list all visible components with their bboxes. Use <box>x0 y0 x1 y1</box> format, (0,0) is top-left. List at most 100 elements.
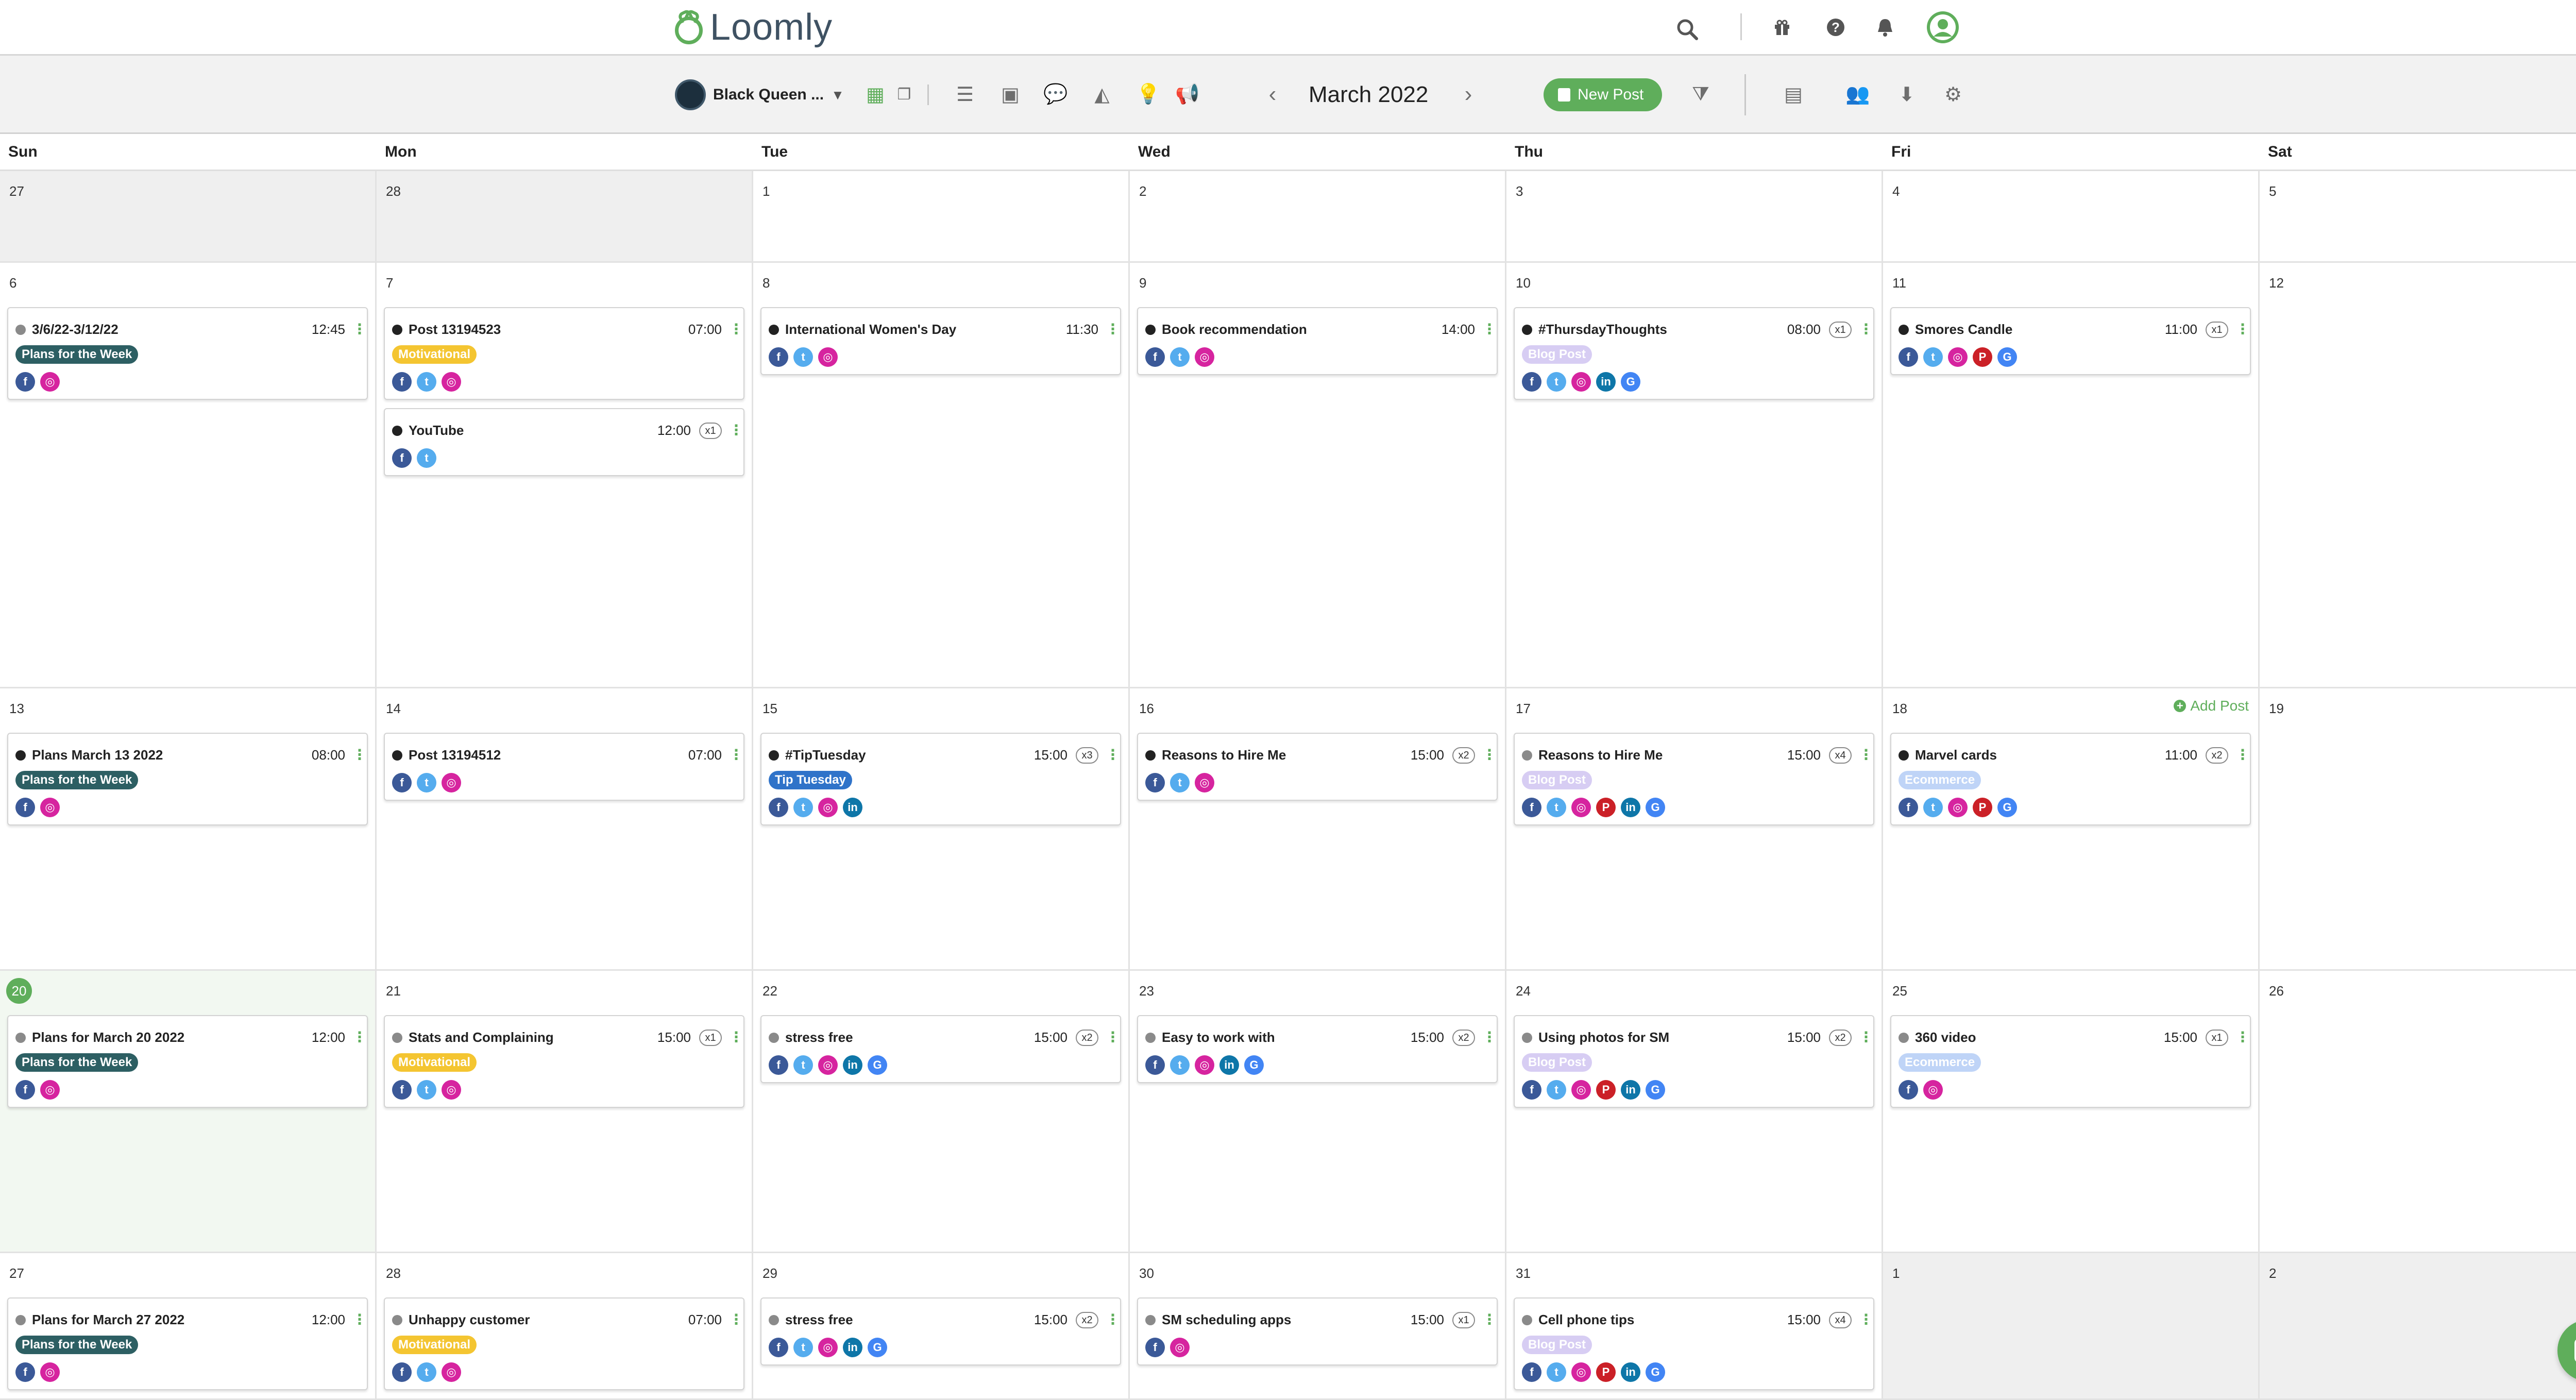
gift-icon[interactable] <box>1764 9 1800 45</box>
day-cell[interactable]: 20 Plans for March 20 2022 ⋮ 12:00 Plans for… <box>0 971 377 1253</box>
day-cell[interactable]: 15 #TipTuesday ⋮ x3 15:00 Tip Tuesday f t ◎ in <box>753 688 1130 971</box>
download-icon[interactable]: ⬇ <box>1889 76 1925 112</box>
day-cell[interactable]: 11 Smores Candle ⋮ x1 11:00 f t ◎ P G <box>1883 263 2260 688</box>
lightbulb-icon[interactable]: 💡 <box>1130 76 1166 112</box>
post-card[interactable]: Plans for March 27 2022 ⋮ 12:00 Plans for t… <box>7 1297 368 1390</box>
day-cell[interactable]: 7 Post 13194523 ⋮ 07:00 Motivational f t ◎ YouTu… <box>377 263 753 688</box>
post-card[interactable]: SM scheduling apps ⋮ x1 15:00 f ◎ <box>1137 1297 1498 1365</box>
loomly-logo[interactable]: Loomly <box>675 5 833 49</box>
user-avatar-icon[interactable] <box>1925 9 1961 45</box>
new-post-button[interactable]: New Post <box>1544 78 1663 111</box>
day-cell[interactable]: 3 <box>1506 171 1883 263</box>
image-icon[interactable]: ▣ <box>992 76 1028 112</box>
day-cell[interactable]: 23 Easy to work with ⋮ x2 15:00 f t ◎ in G <box>1130 971 1506 1253</box>
kebab-menu-icon[interactable]: ⋮ <box>1482 746 1497 764</box>
kebab-menu-icon[interactable]: ⋮ <box>1482 1028 1497 1046</box>
day-cell[interactable]: 10 #ThursdayThoughts ⋮ x1 08:00 Blog Post f t ◎ i… <box>1506 263 1883 688</box>
analytics-icon[interactable]: ◭ <box>1084 76 1120 112</box>
day-cell[interactable]: 4 <box>1883 171 2260 263</box>
kebab-menu-icon[interactable]: ⋮ <box>352 746 367 764</box>
list-icon[interactable]: ☰ <box>947 76 983 112</box>
post-card[interactable]: Plans for March 20 2022 ⋮ 12:00 Plans for t… <box>7 1015 368 1108</box>
day-cell[interactable]: 19 <box>2260 688 2576 971</box>
kebab-menu-icon[interactable]: ⋮ <box>729 321 743 338</box>
kebab-menu-icon[interactable]: ⋮ <box>1106 1311 1120 1328</box>
day-cell[interactable]: 13 Plans March 13 2022 ⋮ 08:00 Plans for the… <box>0 688 377 971</box>
copy-icon[interactable]: ❐ <box>886 76 922 112</box>
search-icon[interactable] <box>1669 11 1705 47</box>
kebab-menu-icon[interactable]: ⋮ <box>1106 746 1120 764</box>
day-cell[interactable]: 9 Book recommendation ⋮ 14:00 f t ◎ <box>1130 263 1506 688</box>
post-card[interactable]: Unhappy customer ⋮ 07:00 Motivational f t ◎ <box>384 1297 744 1390</box>
add-post-button[interactable]: + Add Post <box>2174 698 2249 714</box>
post-card[interactable]: Book recommendation ⋮ 14:00 f t ◎ <box>1137 307 1498 375</box>
post-card[interactable]: stress free ⋮ x2 15:00 f t ◎ in G <box>760 1015 1121 1083</box>
help-icon[interactable]: ? <box>1818 9 1854 45</box>
filter-icon[interactable]: ⧩ <box>1683 76 1719 112</box>
post-card[interactable]: Stats and Complaining ⋮ x1 15:00 Motivationa… <box>384 1015 744 1108</box>
megaphone-icon[interactable]: 📢 <box>1170 76 1206 112</box>
post-card[interactable]: #TipTuesday ⋮ x3 15:00 Tip Tuesday f t ◎ in <box>760 733 1121 825</box>
day-cell[interactable]: 16 Reasons to Hire Me ⋮ x2 15:00 f t ◎ <box>1130 688 1506 971</box>
kebab-menu-icon[interactable]: ⋮ <box>1859 1311 1873 1328</box>
settings-icon[interactable]: ⚙ <box>1935 76 1971 112</box>
kebab-menu-icon[interactable]: ⋮ <box>1859 321 1873 338</box>
kebab-menu-icon[interactable]: ⋮ <box>729 746 743 764</box>
day-cell[interactable]: 2 <box>2260 1253 2576 1400</box>
post-card[interactable]: Post 13194523 ⋮ 07:00 Motivational f t ◎ <box>384 307 744 400</box>
day-cell[interactable]: 29 stress free ⋮ x2 15:00 f t ◎ in G <box>753 1253 1130 1400</box>
kebab-menu-icon[interactable]: ⋮ <box>352 1311 367 1328</box>
kebab-menu-icon[interactable]: ⋮ <box>1859 1028 1873 1046</box>
day-cell[interactable]: 27 <box>0 171 377 263</box>
brand-selector[interactable]: Black Queen ... ▼ <box>675 79 844 110</box>
kebab-menu-icon[interactable]: ⋮ <box>2235 321 2250 338</box>
post-card[interactable]: 3/6/22-3/12/22 ⋮ 12:45 Plans for the Week f ◎ <box>7 307 368 400</box>
day-cell[interactable]: 31 Cell phone tips ⋮ x4 15:00 Blog Post f t ◎ Pin… <box>1506 1253 1883 1400</box>
post-card[interactable]: Plans March 13 2022 ⋮ 08:00 Plans for the W… <box>7 733 368 825</box>
library-icon[interactable]: ▤ <box>1775 76 1811 112</box>
day-cell[interactable]: 5 <box>2260 171 2576 263</box>
post-card[interactable]: YouTube ⋮ x1 12:00 f t <box>384 408 744 476</box>
day-cell[interactable]: 27 Plans for March 27 2022 ⋮ 12:00 Plans for… <box>0 1253 377 1400</box>
post-card[interactable]: stress free ⋮ x2 15:00 f t ◎ in G <box>760 1297 1121 1365</box>
post-card[interactable]: 360 video ⋮ x1 15:00 Ecommerce f ◎ <box>1890 1015 2251 1108</box>
kebab-menu-icon[interactable]: ⋮ <box>729 1311 743 1328</box>
post-card[interactable]: Reasons to Hire Me ⋮ x4 15:00 Blog Post f t ◎ Pi… <box>1514 733 1874 825</box>
bell-icon[interactable] <box>1867 9 1903 45</box>
kebab-menu-icon[interactable]: ⋮ <box>729 1028 743 1046</box>
kebab-menu-icon[interactable]: ⋮ <box>1859 746 1873 764</box>
prev-month-icon[interactable]: ‹ <box>1257 76 1288 112</box>
day-cell[interactable]: 12 <box>2260 263 2576 688</box>
kebab-menu-icon[interactable]: ⋮ <box>2235 746 2250 764</box>
day-cell[interactable]: 24 Using photos for SM ⋮ x2 15:00 Blog Post f t… <box>1506 971 1883 1253</box>
team-icon[interactable]: 👥 <box>1833 76 1883 112</box>
post-card[interactable]: Marvel cards ⋮ x2 11:00 Ecommerce f t ◎ P G <box>1890 733 2251 825</box>
kebab-menu-icon[interactable]: ⋮ <box>1106 321 1120 338</box>
day-cell[interactable]: 30 SM scheduling apps ⋮ x1 15:00 f ◎ <box>1130 1253 1506 1400</box>
day-cell[interactable]: 18 + Add Post Marvel cards ⋮ x2 11:00 Ecommerce… <box>1883 688 2260 971</box>
day-cell[interactable]: 28 Unhappy customer ⋮ 07:00 Motivational f t ◎ <box>377 1253 753 1400</box>
post-card[interactable]: Easy to work with ⋮ x2 15:00 f t ◎ in G <box>1137 1015 1498 1083</box>
post-card[interactable]: Smores Candle ⋮ x1 11:00 f t ◎ P G <box>1890 307 2251 375</box>
post-card[interactable]: #ThursdayThoughts ⋮ x1 08:00 Blog Post f t ◎ in G <box>1514 307 1874 400</box>
day-cell[interactable]: 28 <box>377 171 753 263</box>
day-cell[interactable]: 8 International Women's Day ⋮ 11:30 f t ◎ <box>753 263 1130 688</box>
kebab-menu-icon[interactable]: ⋮ <box>352 1028 367 1046</box>
post-card[interactable]: International Women's Day ⋮ 11:30 f t ◎ <box>760 307 1121 375</box>
post-card[interactable]: Cell phone tips ⋮ x4 15:00 Blog Post f t ◎ Pin G <box>1514 1297 1874 1390</box>
day-cell[interactable]: 26 <box>2260 971 2576 1253</box>
kebab-menu-icon[interactable]: ⋮ <box>352 321 367 338</box>
kebab-menu-icon[interactable]: ⋮ <box>1482 1311 1497 1328</box>
kebab-menu-icon[interactable]: ⋮ <box>1482 321 1497 338</box>
kebab-menu-icon[interactable]: ⋮ <box>2235 1028 2250 1046</box>
post-card[interactable]: Post 13194512 ⋮ 07:00 f t ◎ <box>384 733 744 801</box>
next-month-icon[interactable]: › <box>1453 76 1484 112</box>
post-card[interactable]: Using photos for SM ⋮ x2 15:00 Blog Post f t ◎ P… <box>1514 1015 1874 1108</box>
kebab-menu-icon[interactable]: ⋮ <box>729 421 743 439</box>
day-cell[interactable]: 6 3/6/22-3/12/22 ⋮ 12:45 Plans for the Week f… <box>0 263 377 688</box>
chat-bubbles-icon[interactable]: 💬 <box>1038 76 1074 112</box>
day-cell[interactable]: 2 <box>1130 171 1506 263</box>
day-cell[interactable]: 17 Reasons to Hire Me ⋮ x4 15:00 Blog Post f t ◎… <box>1506 688 1883 971</box>
day-cell[interactable]: 25 360 video ⋮ x1 15:00 Ecommerce f ◎ <box>1883 971 2260 1253</box>
kebab-menu-icon[interactable]: ⋮ <box>1106 1028 1120 1046</box>
